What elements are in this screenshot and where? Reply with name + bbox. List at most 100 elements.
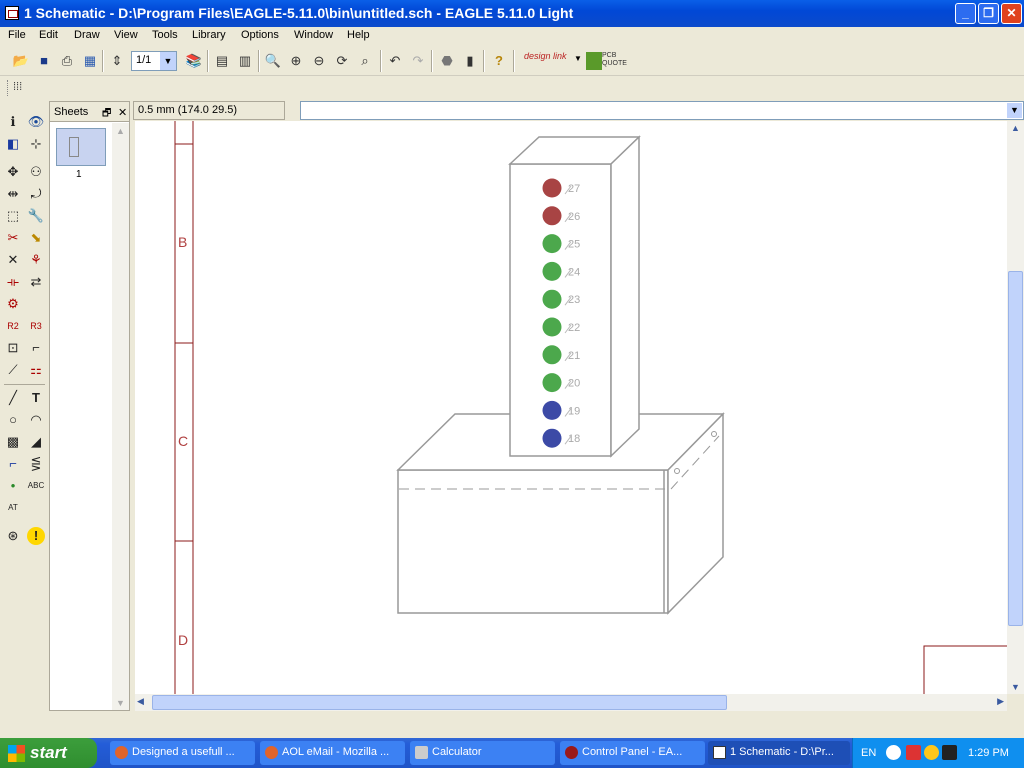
junction-icon[interactable]: • — [4, 477, 22, 495]
scrollbar-thumb[interactable] — [1008, 271, 1023, 626]
chevron-up-icon[interactable]: ▲ — [1007, 123, 1024, 133]
eagle-app-icon[interactable] — [5, 6, 19, 20]
errors-icon[interactable]: ! — [27, 527, 45, 545]
sheets-scrollbar[interactable]: ▲ ▼ — [112, 123, 129, 710]
label-icon[interactable]: ABC — [27, 477, 45, 495]
pcb-quote-icon[interactable] — [586, 52, 602, 70]
menu-tools[interactable]: Tools — [152, 29, 178, 41]
menu-draw[interactable]: Draw — [74, 29, 100, 41]
start-button[interactable]: start — [0, 738, 97, 768]
menu-window[interactable]: Window — [294, 29, 333, 41]
menu-library[interactable]: Library — [192, 29, 226, 41]
canvas-vertical-scrollbar[interactable]: ▲ ▼ — [1007, 121, 1024, 694]
taskbar-item-control-panel[interactable]: Control Panel - EA... — [560, 741, 705, 765]
name-icon[interactable]: R2 — [4, 317, 22, 335]
show-eye-icon[interactable]: 👁 — [27, 113, 45, 131]
taskbar-item-firefox-designed[interactable]: Designed a usefull ... — [110, 741, 255, 765]
redo-icon[interactable]: ↷ — [408, 51, 428, 71]
chevron-left-icon[interactable]: ◀ — [137, 696, 144, 707]
schematic-canvas[interactable]: B C D 27 26 25 24 23 22 21 20 19 18 — [135, 121, 1007, 694]
delete-icon[interactable]: ✕ — [4, 251, 22, 269]
taskbar-item-schematic[interactable]: 1 Schematic - D:\Pr... — [708, 741, 850, 765]
chevron-down-icon[interactable]: ▼ — [574, 54, 582, 63]
close-icon[interactable]: ✕ — [118, 106, 127, 119]
change-wrench-icon[interactable]: 🔧 — [27, 207, 45, 225]
zoom-select-icon[interactable]: ⌕ — [355, 51, 375, 71]
pinswap-icon[interactable]: ⟛ — [4, 273, 22, 291]
group-icon[interactable]: ⬚ — [4, 207, 22, 225]
chevron-down-icon[interactable]: ▼ — [112, 698, 129, 708]
net-icon[interactable]: ⋚ — [27, 455, 45, 473]
go-icon[interactable]: ▮ — [460, 51, 480, 71]
print-icon[interactable]: ⎙ — [57, 51, 77, 71]
attribute-icon[interactable]: AT — [4, 499, 22, 517]
undo-icon[interactable]: ↶ — [385, 51, 405, 71]
help-icon[interactable]: ? — [489, 51, 509, 71]
menu-options[interactable]: Options — [241, 29, 279, 41]
float-icon[interactable]: 🗗 — [102, 106, 111, 123]
miter-icon[interactable]: ⌐ — [27, 339, 45, 357]
design-link-logo[interactable]: design link — [524, 52, 570, 70]
antivirus-icon[interactable] — [906, 745, 921, 760]
alert-icon[interactable] — [924, 745, 939, 760]
move-icon[interactable]: ✥ — [4, 163, 22, 181]
run-ulp-icon[interactable]: ▥ — [235, 51, 255, 71]
bus-icon[interactable]: ⌐ — [4, 455, 22, 473]
maximize-button[interactable]: ❐ — [978, 3, 999, 24]
canvas-horizontal-scrollbar[interactable]: ◀ ▶ — [135, 694, 1007, 711]
rect-icon[interactable]: ▩ — [4, 433, 22, 451]
sheet-select[interactable]: 1/1 ▼ — [131, 51, 177, 71]
chevron-up-icon[interactable]: ▲ — [112, 126, 129, 136]
display-layers-icon[interactable]: ◧ — [4, 135, 22, 153]
sheet-icon[interactable]: ⇕ — [107, 51, 127, 71]
replace-icon[interactable]: ⚙ — [4, 295, 22, 313]
command-input[interactable] — [300, 101, 1024, 120]
zoom-fit-icon[interactable]: 🔍 — [263, 51, 283, 71]
cam-processor-icon[interactable]: ▦ — [80, 51, 100, 71]
erc-icon[interactable]: ⊛ — [4, 527, 22, 545]
chevron-left-icon[interactable] — [886, 745, 901, 760]
chevron-down-icon[interactable]: ▼ — [160, 52, 176, 70]
minimize-button[interactable]: _ — [955, 3, 976, 24]
sheet-thumbnail[interactable] — [56, 128, 106, 166]
value-icon[interactable]: R3 — [27, 317, 45, 335]
use-library-icon[interactable]: 📚 — [184, 51, 204, 71]
polygon-icon[interactable]: ◢ — [27, 433, 45, 451]
save-icon[interactable]: ■ — [34, 51, 54, 71]
grid-icon[interactable]: ⁞⁞⁞ — [13, 81, 22, 93]
chevron-down-icon[interactable]: ▼ — [1007, 103, 1022, 118]
wire-icon[interactable]: ╱ — [4, 389, 22, 407]
add-icon[interactable]: ⚘ — [27, 251, 45, 269]
paste-icon[interactable]: ⬊ — [27, 229, 45, 247]
zoom-in-icon[interactable]: ⊕ — [286, 51, 306, 71]
mirror-icon[interactable]: ⇹ — [4, 185, 22, 203]
rotate-icon[interactable]: ⤾ — [27, 185, 45, 203]
chevron-down-icon[interactable]: ▼ — [1007, 682, 1024, 692]
circle-icon[interactable]: ○ — [4, 411, 22, 429]
info-icon[interactable]: ℹ — [4, 113, 22, 131]
open-folder-icon[interactable]: 📂 — [11, 51, 31, 71]
invoke-icon[interactable]: ⚏ — [27, 361, 45, 379]
menu-edit[interactable]: Edit — [39, 29, 58, 41]
zoom-out-icon[interactable]: ⊖ — [309, 51, 329, 71]
taskbar-item-aol-email[interactable]: AOL eMail - Mozilla ... — [260, 741, 405, 765]
smash-icon[interactable]: ⊡ — [4, 339, 22, 357]
menu-file[interactable]: File — [8, 29, 26, 41]
window-titlebar[interactable]: 1 Schematic - D:\Program Files\EAGLE-5.1… — [0, 0, 1024, 27]
network-icon[interactable] — [942, 745, 957, 760]
script-icon[interactable]: ▤ — [212, 51, 232, 71]
chevron-right-icon[interactable]: ▶ — [997, 696, 1004, 707]
close-button[interactable]: ✕ — [1001, 3, 1022, 24]
arc-icon[interactable]: ◠ — [27, 411, 45, 429]
taskbar-item-calculator[interactable]: Calculator — [410, 741, 555, 765]
text-icon[interactable]: T — [27, 389, 45, 407]
menu-view[interactable]: View — [114, 29, 138, 41]
split-icon[interactable]: ⟋ — [4, 361, 22, 379]
scrollbar-thumb[interactable] — [152, 695, 727, 710]
redraw-icon[interactable]: ⟳ — [332, 51, 352, 71]
copy-icon[interactable]: ⚇ — [27, 163, 45, 181]
language-indicator[interactable]: EN — [861, 747, 876, 759]
gateswap-icon[interactable]: ⇄ — [27, 273, 45, 291]
cut-icon[interactable]: ✂ — [4, 229, 22, 247]
mark-icon[interactable]: ⊹ — [27, 135, 45, 153]
